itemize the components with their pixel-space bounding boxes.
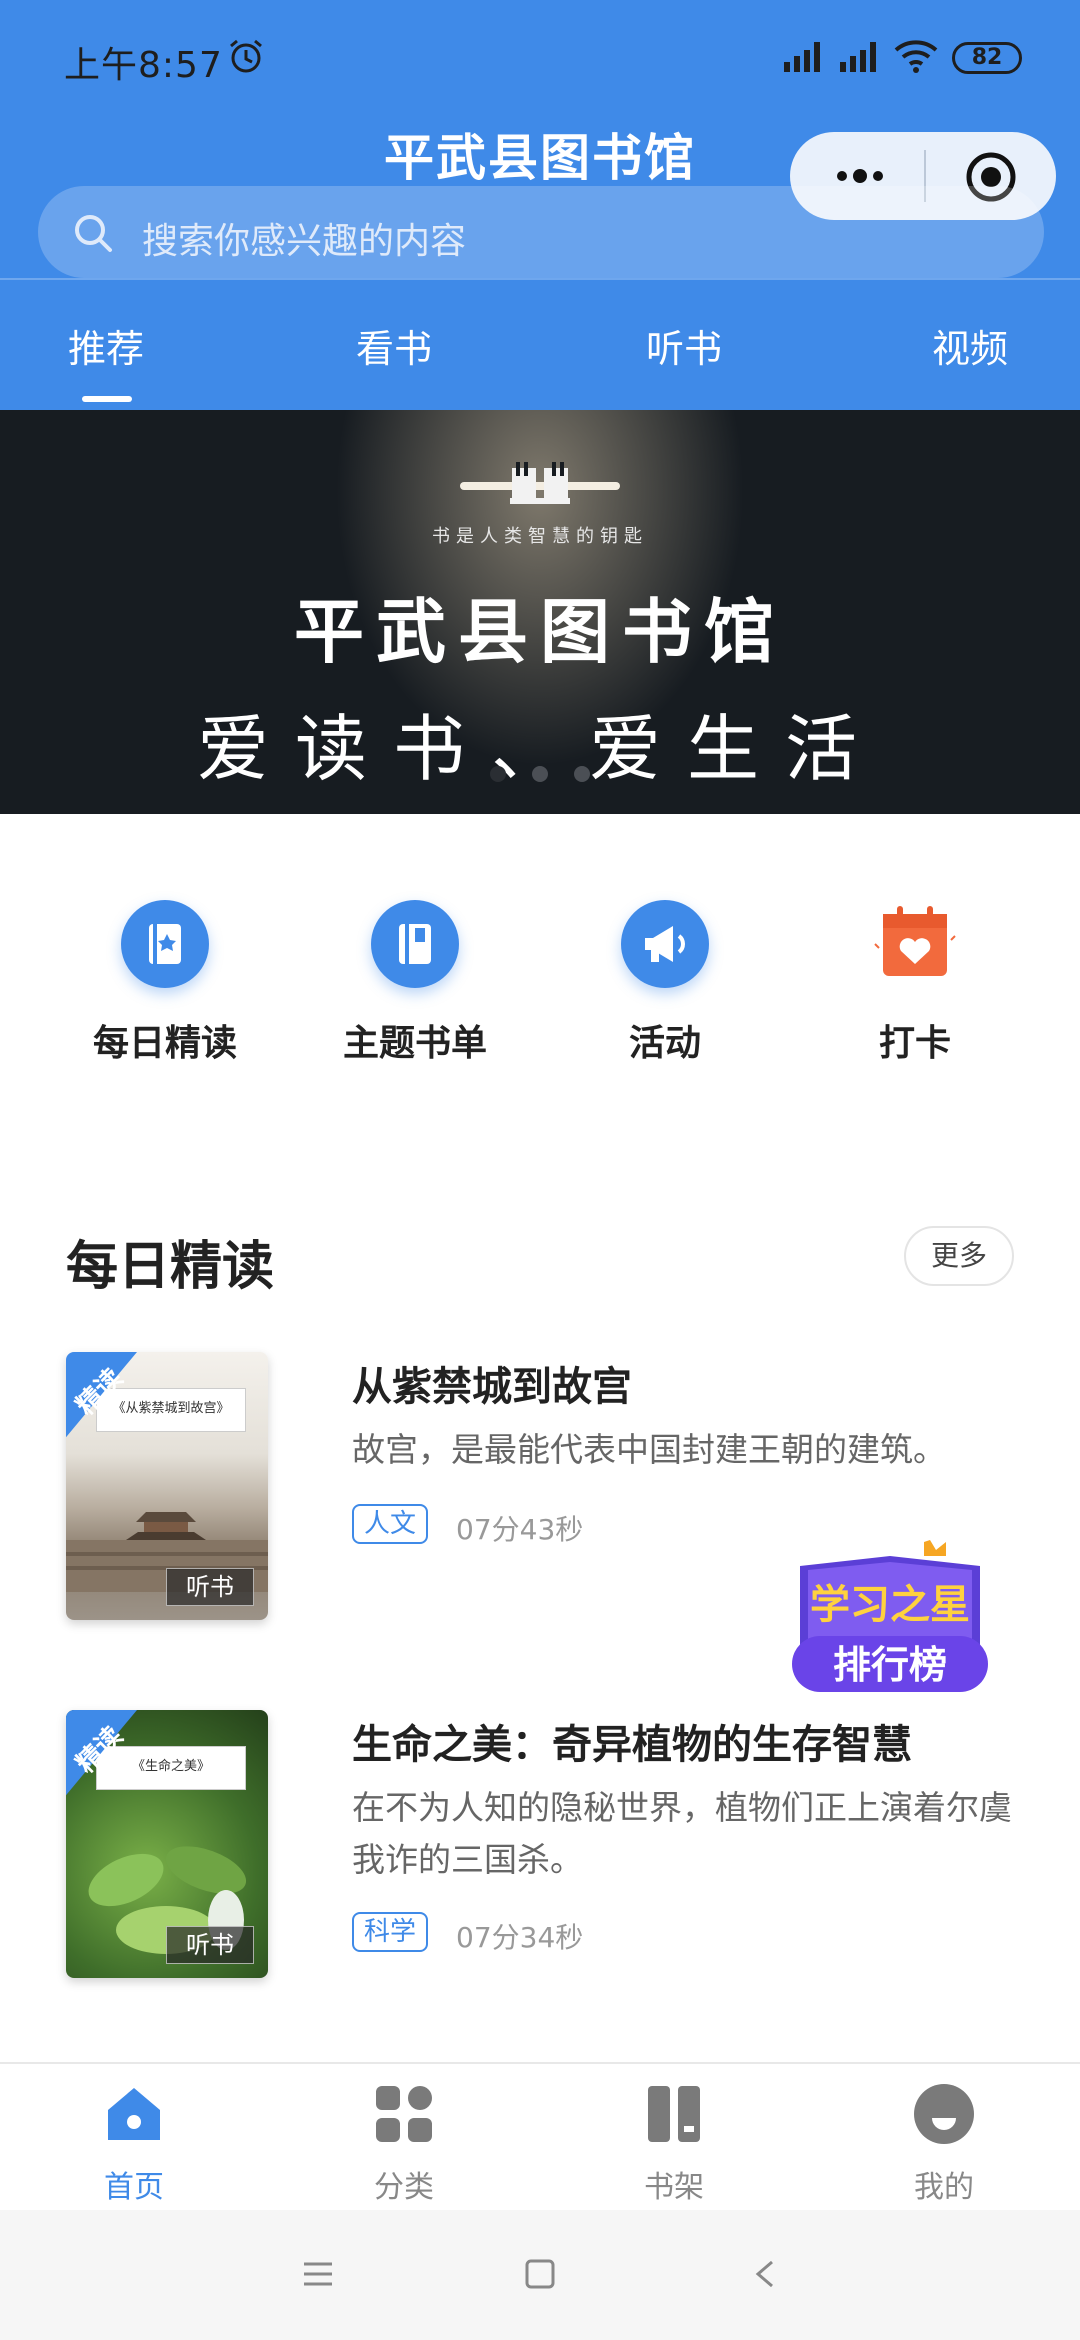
status-time: 上午8:57 (64, 45, 223, 86)
quick-link-label: 活动 (628, 1023, 701, 1064)
book-cover[interactable]: 《从紫禁城到故宫》 精读 听书 (66, 1352, 268, 1620)
more-dots-icon[interactable] (830, 164, 890, 188)
search-icon (75, 215, 112, 252)
star-book-icon (121, 900, 209, 988)
carousel-dot[interactable] (574, 766, 590, 782)
item-description: 在不为人知的隐秘世界，植物们正上演着尔虞我诈的三国杀。 (352, 1788, 1012, 1879)
banner-slogan: 书是人类智慧的钥匙 (432, 526, 648, 547)
tab-recommend[interactable]: 推荐 (68, 318, 144, 373)
quick-link-label: 每日精读 (92, 1023, 237, 1064)
duration: 07分43秒 (456, 1513, 584, 1546)
signal-icon (840, 42, 876, 72)
nav-label: 书架 (644, 2170, 704, 2205)
quick-link-label: 主题书单 (342, 1023, 487, 1064)
nav-label: 我的 (914, 2170, 974, 2205)
book-cover[interactable]: 《生命之美》 精读 听书 (66, 1710, 268, 1978)
battery-indicator: 82 (952, 42, 1022, 74)
carousel-dot[interactable] (532, 766, 548, 782)
alarm-icon (230, 39, 262, 73)
badge-line1: 学习之星 (810, 1582, 970, 1628)
nav-bookshelf[interactable]: 书架 (584, 2080, 764, 2206)
book-icon (371, 900, 459, 988)
section-title: 每日精读 (66, 1237, 275, 1297)
nav-label: 分类 (374, 2170, 434, 2205)
tab-indicator (82, 396, 132, 402)
category-tag: 科学 (352, 1912, 429, 1952)
megaphone-icon (621, 900, 709, 988)
badge-line2: 排行榜 (833, 1643, 947, 1687)
banner-title: 平武县图书馆 (294, 590, 786, 673)
back-icon[interactable] (748, 2256, 784, 2292)
tab-listen[interactable]: 听书 (646, 318, 722, 373)
bookshelf-icon (648, 2086, 700, 2142)
quick-link-daily-reading[interactable]: 每日精读 (40, 900, 290, 1066)
tab-video[interactable]: 视频 (932, 318, 1008, 373)
listen-tag[interactable]: 听书 (166, 1568, 254, 1606)
category-tag: 人文 (352, 1504, 429, 1544)
nav-label: 首页 (104, 2170, 164, 2205)
quick-link-activity[interactable]: 活动 (540, 900, 790, 1066)
calendar-heart-icon (871, 900, 959, 988)
quick-link-checkin[interactable]: 打卡 (790, 900, 1040, 1066)
more-button[interactable]: 更多 (904, 1226, 1014, 1286)
item-description: 故宫，是最能代表中国封建王朝的建筑。 (352, 1430, 946, 1469)
grid-icon (376, 2086, 432, 2142)
leaderboard-badge[interactable]: 学习之星排行榜 (780, 1536, 1010, 1706)
tab-read[interactable]: 看书 (356, 318, 432, 373)
open-book-icon (510, 462, 570, 504)
home-icon (108, 2088, 160, 2140)
menu-icon[interactable] (300, 2256, 336, 2292)
item-title[interactable]: 生命之美：奇异植物的生存智慧 (352, 1712, 912, 1770)
nav-category[interactable]: 分类 (314, 2080, 494, 2206)
item-title[interactable]: 从紫禁城到故宫 (352, 1354, 632, 1412)
wifi-icon (894, 40, 938, 73)
signal-icon (784, 42, 820, 72)
profile-icon (914, 2084, 974, 2144)
home-square-icon[interactable] (522, 2256, 558, 2292)
listen-tag[interactable]: 听书 (166, 1926, 254, 1964)
duration: 07分34秒 (456, 1921, 584, 1954)
search-placeholder: 搜索你感兴趣的内容 (142, 221, 467, 262)
divider (0, 278, 1080, 280)
nav-profile[interactable]: 我的 (854, 2080, 1034, 2206)
nav-home[interactable]: 首页 (44, 2080, 224, 2206)
quick-link-theme-booklist[interactable]: 主题书单 (290, 900, 540, 1066)
quick-link-label: 打卡 (878, 1023, 951, 1064)
carousel-dot-active[interactable] (490, 766, 506, 782)
